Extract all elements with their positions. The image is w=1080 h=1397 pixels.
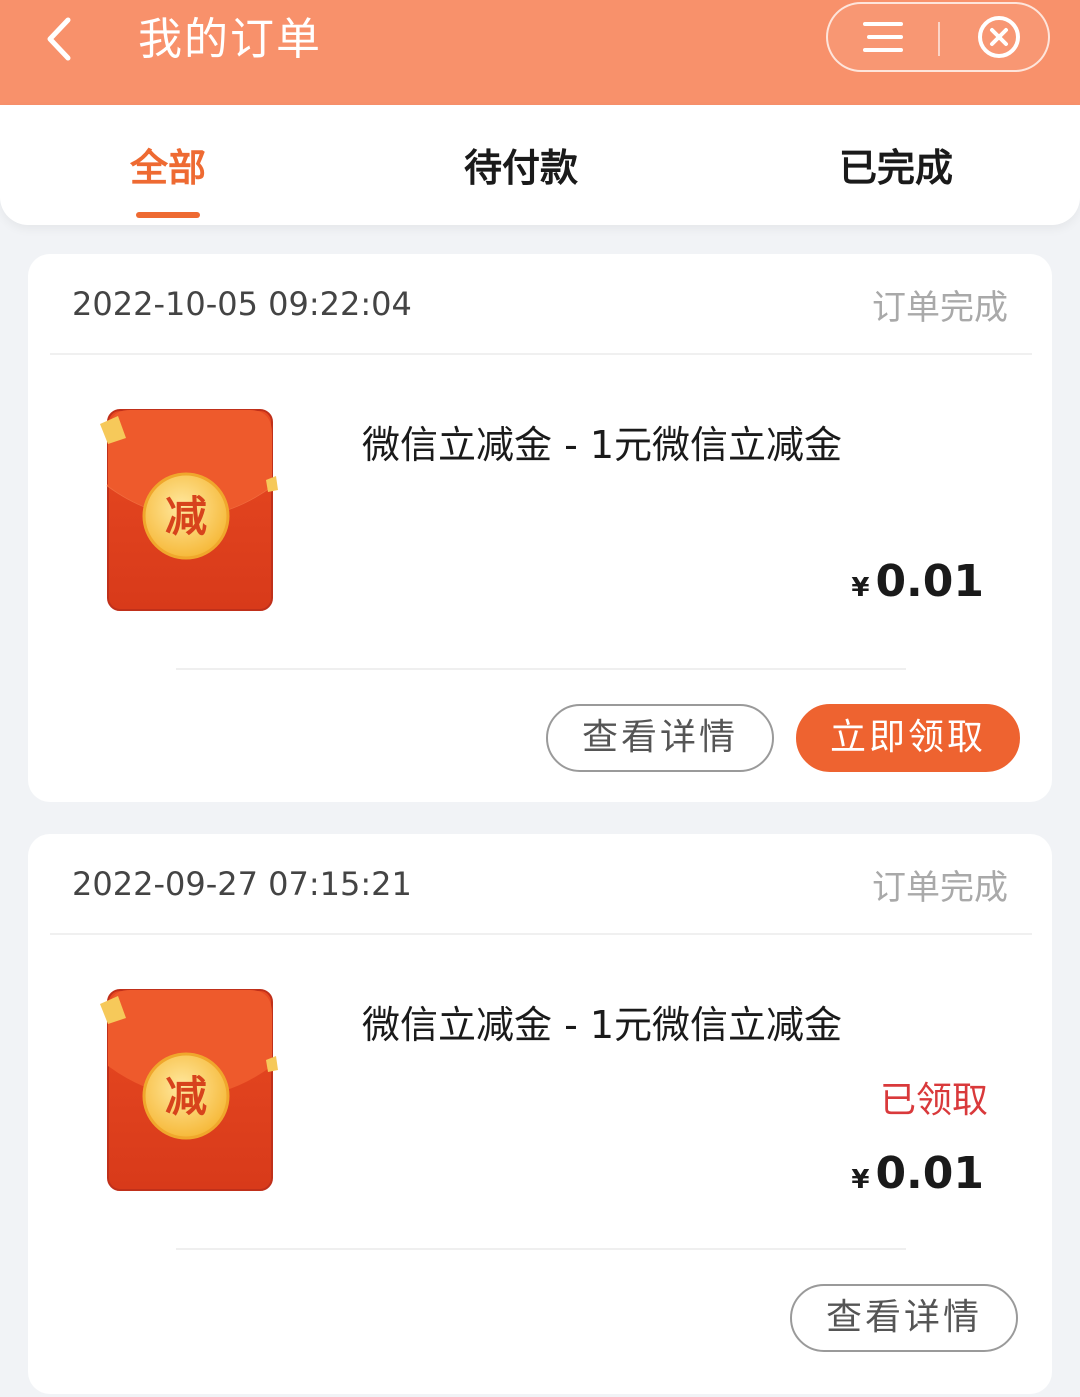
order-price: ¥0.01 [851, 554, 984, 619]
order-status: 订单完成 [872, 868, 1008, 908]
view-details-button[interactable]: 查看详情 [546, 704, 774, 772]
tab-completed[interactable]: 已完成 [839, 143, 953, 193]
order-time: 2022-10-05 09:22:04 [72, 285, 412, 323]
tab-pending-payment[interactable]: 待付款 [464, 143, 578, 193]
divider [176, 1248, 906, 1250]
divider [176, 668, 906, 670]
envelope-label: 减 [165, 492, 207, 541]
close-button[interactable] [964, 12, 1034, 62]
order-card: 2022-10-05 09:22:04 订单完成 减 微信立减金 - 1元微信立… [28, 254, 1052, 802]
envelope-label: 减 [165, 1072, 207, 1121]
order-tabs: 全部 待付款 已完成 [0, 105, 1080, 225]
currency-symbol: ¥ [851, 573, 870, 603]
claim-status: 已领取 [879, 1080, 988, 1121]
red-envelope-icon[interactable]: 减 [100, 984, 280, 1200]
menu-icon [863, 22, 903, 52]
price-amount: 0.01 [875, 1148, 984, 1199]
active-tab-indicator [136, 212, 200, 218]
app-header: 我的订单 [0, 0, 1080, 105]
close-circle-icon [978, 16, 1020, 58]
back-button[interactable] [30, 14, 90, 64]
page-title: 我的订单 [138, 14, 322, 65]
tab-all[interactable]: 全部 [130, 143, 206, 193]
mini-program-capsule [826, 2, 1050, 72]
order-card: 2022-09-27 07:15:21 订单完成 减 微信立减金 - 1元微信立… [28, 834, 1052, 1394]
menu-button[interactable] [848, 12, 918, 62]
currency-symbol: ¥ [851, 1165, 870, 1195]
divider [50, 933, 1032, 935]
order-price: ¥0.01 [851, 1146, 984, 1211]
product-name: 微信立减金 - 1元微信立减金 [362, 1003, 843, 1047]
chevron-left-icon [47, 17, 71, 61]
capsule-divider [938, 22, 940, 56]
divider [50, 353, 1032, 355]
order-time: 2022-09-27 07:15:21 [72, 865, 412, 903]
view-details-button[interactable]: 查看详情 [790, 1284, 1018, 1352]
claim-now-button[interactable]: 立即领取 [796, 704, 1020, 772]
price-amount: 0.01 [875, 556, 984, 607]
order-status: 订单完成 [872, 288, 1008, 328]
product-name: 微信立减金 - 1元微信立减金 [362, 423, 843, 467]
red-envelope-icon[interactable]: 减 [100, 404, 280, 620]
